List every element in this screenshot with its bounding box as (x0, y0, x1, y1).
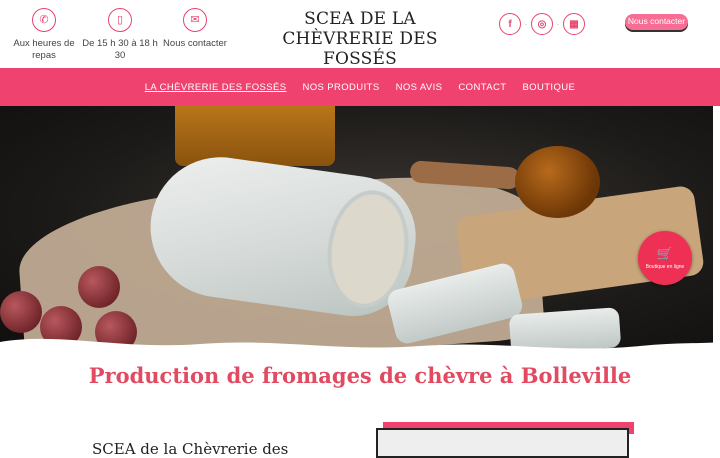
nav-item-avis[interactable]: NOS AVIS (396, 82, 443, 93)
grape-shape (78, 266, 120, 308)
time-label: De 15 h 30 à 18 h 30 (82, 38, 158, 61)
page-headline: Production de fromages de chèvre à Bolle… (88, 363, 632, 388)
contact-label: Nous contacter (163, 38, 227, 49)
hero-wave-divider (0, 338, 720, 356)
badge-label: Boutique en ligne (645, 264, 685, 270)
nav-item-chevrerie[interactable]: LA CHÈVRERIE DES FOSSÉS (145, 82, 287, 93)
cart-icon: 🛒 (656, 246, 674, 261)
top-header: ✆ Aux heures de repas ▯ De 15 h 30 à 18 … (0, 0, 720, 69)
contact-info[interactable]: ✉ Nous contacter (155, 8, 235, 50)
social-links: f · ◎ · ▦ (499, 13, 585, 35)
nav-item-produits[interactable]: NOS PRODUITS (302, 82, 379, 93)
contact-button[interactable]: Nous contacter (625, 14, 688, 30)
site-brand[interactable]: SCEA DE LA CHÈVRERIE DES FOSSÉS (250, 9, 470, 69)
online-shop-badge[interactable]: 🛒 Boutique en ligne (638, 231, 692, 285)
nav-item-boutique[interactable]: BOUTIQUE (522, 82, 575, 93)
hero-image (0, 106, 713, 351)
time-info[interactable]: ▯ De 15 h 30 à 18 h 30 (80, 8, 160, 62)
honey-jar-shape (175, 106, 335, 166)
separator: · (524, 19, 528, 29)
mobile-icon: ▯ (108, 8, 132, 32)
main-nav: LA CHÈVRERIE DES FOSSÉS NOS PRODUITS NOS… (0, 68, 720, 106)
grape-shape (0, 291, 42, 333)
image-frame (376, 428, 629, 458)
section-heading: SCEA de la Chèvrerie des (92, 440, 289, 458)
hours-label: Aux heures de repas (13, 38, 75, 61)
honey-dipper-shape (515, 146, 600, 218)
mail-icon: ✉ (183, 8, 207, 32)
facebook-icon[interactable]: f (499, 13, 521, 35)
hours-info[interactable]: ✆ Aux heures de repas (4, 8, 84, 62)
nav-item-contact[interactable]: CONTACT (458, 82, 506, 93)
separator: · (556, 19, 560, 29)
instagram-icon[interactable]: ◎ (531, 13, 553, 35)
website-icon[interactable]: ▦ (563, 13, 585, 35)
phone-icon: ✆ (32, 8, 56, 32)
